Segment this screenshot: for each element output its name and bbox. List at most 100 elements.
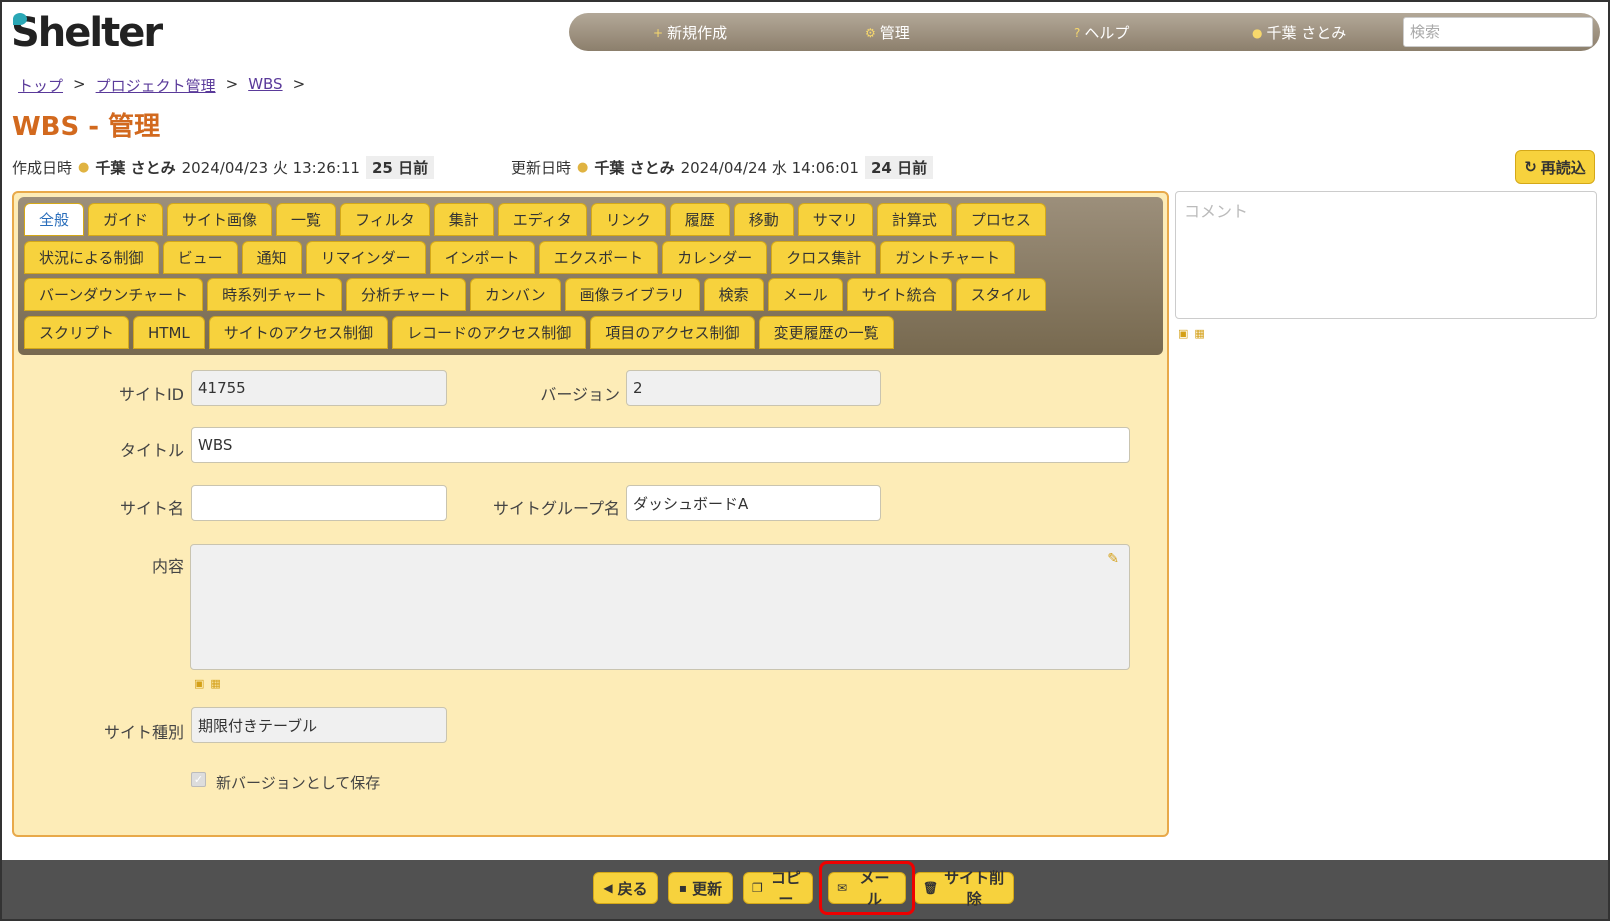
version-field[interactable]: 2 [626, 370, 881, 406]
breadcrumb-project[interactable]: プロジェクト管理 [96, 75, 216, 96]
back-icon: ◀ [603, 881, 613, 895]
tab-item[interactable]: 移動 [733, 203, 794, 236]
site-type-label: サイト種別 [103, 723, 184, 742]
tab-item[interactable]: クロス集計 [771, 241, 877, 274]
tab-item[interactable]: リマインダー [305, 241, 426, 274]
created-label: 作成日時 [12, 159, 73, 177]
tab-item[interactable]: インポート [429, 241, 535, 274]
breadcrumb-top[interactable]: トップ [18, 75, 63, 96]
tab-item[interactable]: サイトのアクセス制御 [208, 316, 389, 349]
tab-item[interactable]: 検索 [703, 278, 764, 311]
comment-input[interactable] [1175, 191, 1597, 319]
tab-row: バーンダウンチャート 時系列チャート 分析チャート カンバン 画像ライブラリ 検索 メールサ… [24, 278, 1046, 311]
tab-item[interactable]: サイト統合 [846, 278, 952, 311]
table-icon[interactable]: ▦ [1194, 327, 1204, 340]
content-label: 内容 [151, 557, 184, 576]
tab-item[interactable]: プロセス [955, 203, 1046, 236]
update-label: 更新 [692, 879, 723, 898]
tab-item[interactable]: 集計 [433, 203, 494, 236]
tab-item[interactable]: メール [767, 278, 843, 311]
tab-item[interactable]: ガントチャート [880, 241, 1016, 274]
site-group-label: サイトグループ名 [492, 499, 620, 518]
content-field[interactable]: ✎ [190, 544, 1130, 670]
breadcrumb-sep: > [292, 75, 306, 93]
created-info: 作成日時 ● 千葉 さとみ 2024/04/23 火 13:26:11 25 日… [12, 156, 435, 179]
trash-icon: 🗑 [923, 881, 939, 895]
new-label: 新規作成 [667, 24, 728, 42]
tab-item[interactable]: サイト画像 [167, 203, 273, 236]
tab-item[interactable]: 時系列チャート [207, 278, 342, 311]
search-input[interactable] [1403, 17, 1593, 47]
save-icon: ▪ [678, 881, 688, 895]
tab-item[interactable]: 通知 [241, 241, 302, 274]
tab-item[interactable]: 全般 [24, 203, 85, 236]
pencil-icon[interactable]: ✎ [1107, 551, 1119, 567]
table-icon[interactable]: ▦ [210, 677, 220, 690]
tab-item[interactable]: エディタ [497, 203, 587, 236]
new-button[interactable]: + 新規作成 [653, 22, 727, 43]
tab-item[interactable]: スクリプト [24, 316, 130, 349]
tab-item[interactable]: ガイド [88, 203, 164, 236]
tab-item[interactable]: 履歴 [669, 203, 730, 236]
reload-label: 再読込 [1540, 158, 1586, 177]
site-name-label: サイト名 [119, 499, 184, 518]
tab-item[interactable]: サマリ [797, 203, 873, 236]
back-label: 戻る [617, 879, 648, 898]
manage-label: 管理 [879, 24, 910, 42]
copy-button[interactable]: ❐ コピー [743, 869, 813, 908]
site-type-field[interactable]: 期限付きテーブル [191, 707, 447, 743]
refresh-icon: ↻ [1524, 158, 1537, 176]
site-id-field[interactable]: 41755 [191, 370, 447, 406]
breadcrumb-sep: > [73, 75, 86, 93]
updated-info: 更新日時 ● 千葉 さとみ 2024/04/24 水 14:06:01 24 日… [511, 156, 934, 179]
image-icon[interactable]: ▣ [1178, 327, 1188, 340]
site-name-field[interactable] [191, 485, 447, 521]
site-id-label: サイトID [118, 385, 184, 404]
help-label: ヘルプ [1084, 24, 1130, 42]
updated-user[interactable]: 千葉 さとみ [594, 157, 674, 178]
tab-item[interactable]: バーンダウンチャート [24, 278, 204, 311]
tab-item[interactable]: 画像ライブラリ [564, 278, 700, 311]
title-field[interactable]: WBS [191, 427, 1130, 463]
update-button[interactable]: ▪ 更新 [668, 872, 733, 904]
page-title: WBS - 管理 [12, 112, 161, 142]
tab-item[interactable]: 変更履歴の一覧 [758, 316, 894, 349]
back-button[interactable]: ◀ 戻る [593, 872, 658, 904]
tab-item[interactable]: 計算式 [876, 203, 952, 236]
image-icon[interactable]: ▣ [194, 677, 204, 690]
tab-item[interactable]: HTML [133, 316, 205, 349]
created-user[interactable]: 千葉 さとみ [95, 157, 175, 178]
copy-icon: ❐ [752, 881, 763, 895]
tab-item[interactable]: リンク [590, 203, 666, 236]
tab-item[interactable]: スタイル [955, 278, 1046, 311]
site-group-field[interactable]: ダッシュボードA [626, 485, 881, 521]
tab-item[interactable]: 項目のアクセス制御 [590, 316, 755, 349]
created-ago: 25 日前 [365, 156, 435, 179]
tab-item[interactable]: 状況による制御 [24, 241, 159, 274]
tab-item[interactable]: 一覧 [276, 203, 337, 236]
tab-item[interactable]: エクスポート [538, 241, 659, 274]
save-version-checkbox[interactable]: ✓ [191, 772, 206, 787]
created-at: 2024/04/23 火 13:26:11 [181, 159, 360, 177]
tab-item[interactable]: レコードのアクセス制御 [392, 316, 587, 349]
tab-item[interactable]: 分析チャート [345, 278, 466, 311]
manage-button[interactable]: ⚙ 管理 [865, 22, 910, 43]
delete-site-button[interactable]: 🗑 サイト削除 [914, 869, 1014, 908]
user-menu[interactable]: ● 千葉 さとみ [1252, 22, 1346, 43]
gear-icon: ⚙ [865, 25, 876, 40]
help-button[interactable]: ? ヘルプ [1074, 22, 1129, 43]
save-version-label[interactable]: 新バージョンとして保存 [216, 772, 380, 793]
breadcrumb-wbs[interactable]: WBS [248, 75, 282, 96]
tab-bar: 全般 ガイド サイト画像 一覧 フィルタ 集計 エディタ リンク 履歴 移動 サマリ 計算式 プロセス … [18, 197, 1163, 355]
breadcrumb: トップ > プロジェクト管理 > WBS > [18, 75, 305, 96]
comment-attach-icons: ▣ ▦ [1178, 327, 1205, 340]
tab-item[interactable]: カレンダー [662, 241, 768, 274]
version-label: バージョン [540, 385, 620, 404]
tab-item[interactable]: ビュー [162, 241, 238, 274]
updated-at: 2024/04/24 水 14:06:01 [680, 159, 859, 177]
app-logo[interactable]: Shelter [11, 10, 163, 56]
tab-item[interactable]: カンバン [469, 278, 561, 311]
updated-ago: 24 日前 [864, 156, 934, 179]
tab-item[interactable]: フィルタ [340, 203, 430, 236]
reload-button[interactable]: ↻ 再読込 [1515, 150, 1595, 184]
